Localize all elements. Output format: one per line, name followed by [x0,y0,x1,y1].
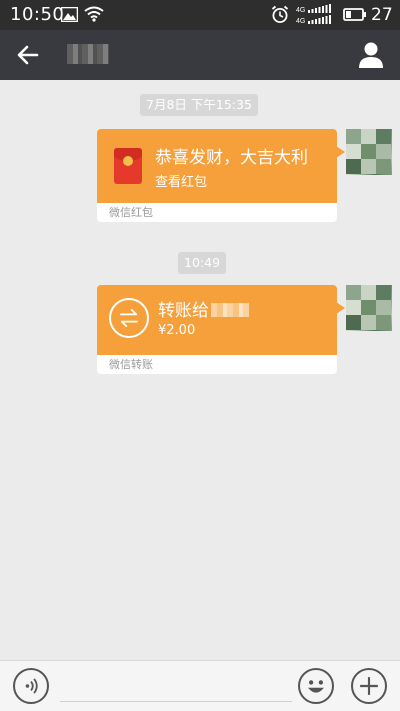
message-timestamp: 10:49 [178,252,227,274]
user-avatar[interactable] [346,285,392,331]
person-icon[interactable] [356,40,386,70]
battery-level: 27 [371,5,393,25]
recipient-redacted [211,303,249,317]
red-packet-message[interactable]: 恭喜发财，大吉大利 查看红包 微信红包 [97,129,345,222]
red-packet-footer: 微信红包 [109,206,153,219]
message-input[interactable] [60,701,292,702]
plus-icon[interactable] [351,668,387,704]
status-time: 10:50 [10,4,65,25]
red-packet-icon [114,148,142,184]
message-timestamp: 7月8日 下午15:35 [140,94,258,116]
back-arrow-icon[interactable] [14,41,42,69]
voice-icon[interactable] [13,668,49,704]
red-packet-action: 查看红包 [155,175,208,190]
svg-text:4G: 4G [296,18,305,25]
battery-icon [343,8,366,21]
transfer-message[interactable]: 转账给 ¥2.00 微信转账 [97,285,345,374]
red-packet-greeting: 恭喜发财，大吉大利 [155,148,308,168]
status-bar: 10:50 4G 4G 27 [0,0,400,30]
network-signal-icon: 4G 4G [296,4,331,25]
chat-header [0,30,400,80]
transfer-arrows-icon [109,298,149,338]
user-avatar[interactable] [346,129,392,175]
emoji-icon[interactable] [298,668,334,704]
transfer-title: 转账给 [158,296,249,321]
transfer-amount: ¥2.00 [158,323,196,338]
chat-title-redacted [67,44,109,64]
image-notification-icon [61,7,78,22]
svg-text:4G: 4G [296,7,305,14]
chat-input-bar [0,660,400,711]
alarm-icon [271,5,289,23]
transfer-footer: 微信转账 [109,358,153,371]
wifi-icon [84,6,104,22]
